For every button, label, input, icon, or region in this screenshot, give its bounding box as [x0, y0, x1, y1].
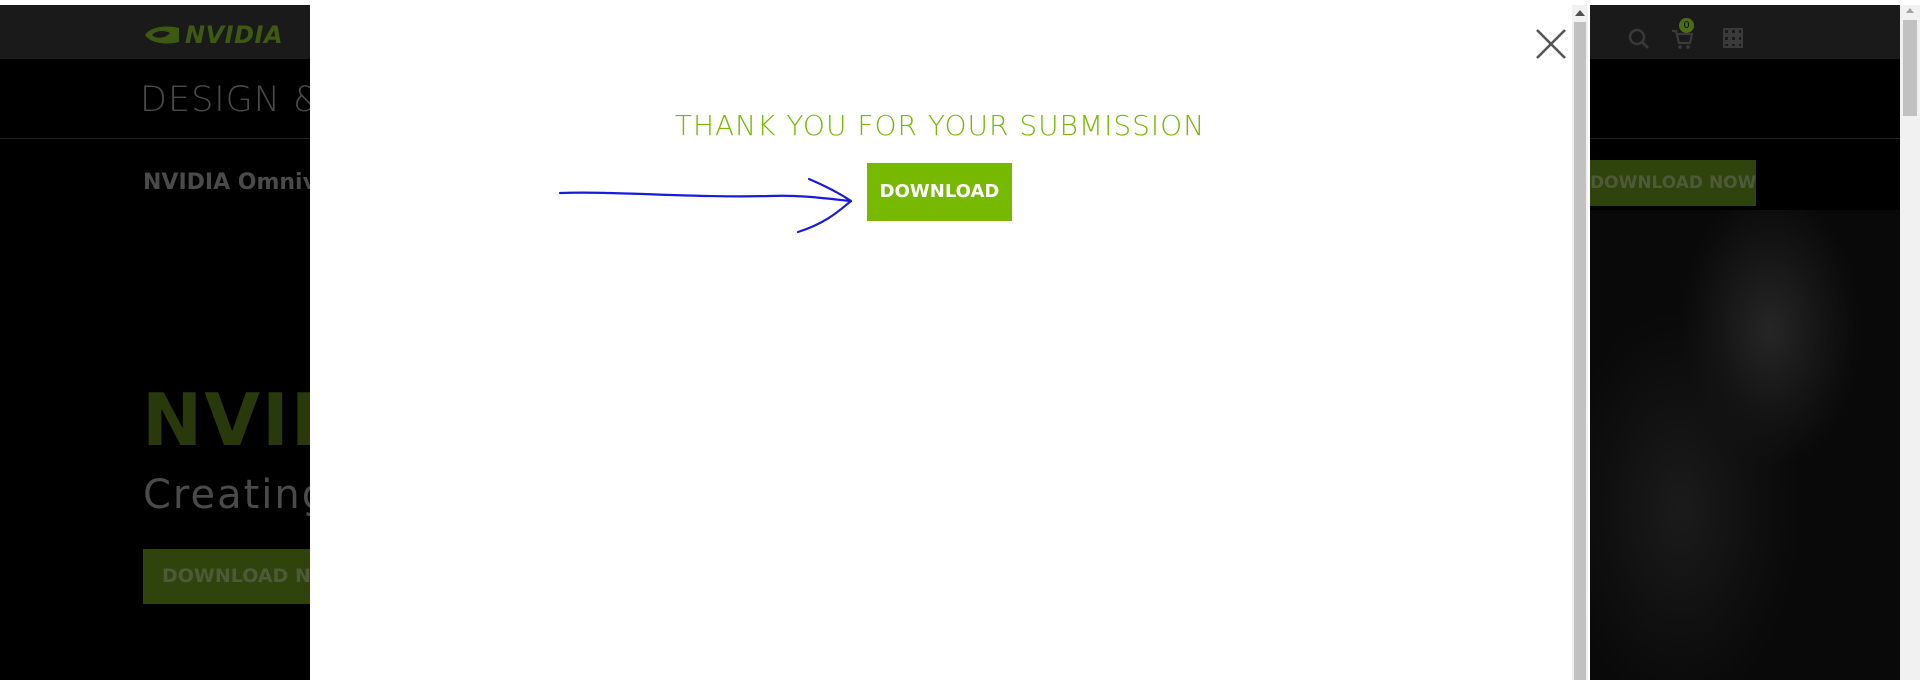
- brand-wordmark: NVIDIA: [185, 21, 284, 49]
- scroll-up-arrow-icon[interactable]: [1906, 8, 1914, 13]
- hand-drawn-arrow-annotation: [558, 177, 853, 234]
- thank-you-modal: [310, 5, 1590, 680]
- apps-grid-icon[interactable]: [1723, 28, 1743, 48]
- product-name: NVIDIA Omnive: [143, 170, 332, 195]
- close-icon[interactable]: [1534, 27, 1568, 61]
- search-icon[interactable]: [1628, 28, 1650, 50]
- cart-count-badge: 0: [1679, 18, 1694, 33]
- modal-heading: THANK YOU FOR YOUR SUBMISSION: [674, 109, 1206, 142]
- hero-download-now-button[interactable]: DOWNLOAD NO: [143, 549, 323, 604]
- nvidia-logo[interactable]: NVIDIA: [143, 21, 283, 49]
- page-scrollbar-thumb[interactable]: [1903, 20, 1917, 116]
- download-button[interactable]: DOWNLOAD: [867, 163, 1012, 221]
- nvidia-eye-icon: [145, 26, 179, 44]
- modal-scroll-up-arrow-icon[interactable]: [1575, 10, 1585, 16]
- hero-image: [1590, 210, 1900, 680]
- top-download-now-button[interactable]: DOWNLOAD NOW: [1590, 160, 1756, 206]
- modal-scrollbar-thumb[interactable]: [1574, 22, 1586, 680]
